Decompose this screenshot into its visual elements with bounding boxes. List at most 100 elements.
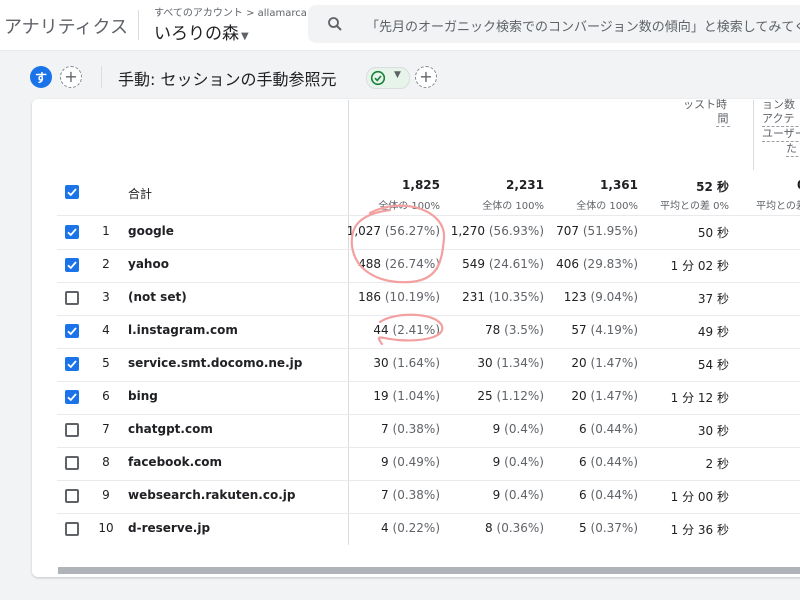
metric-cell: 488 (26.74%) — [330, 257, 440, 271]
add-report-button[interactable]: + — [415, 66, 437, 88]
metric-cell: 57 (4.19%) — [528, 323, 638, 337]
column-divider — [753, 100, 754, 170]
row-checkbox[interactable] — [65, 390, 79, 404]
row-divider — [57, 249, 800, 250]
header-line: ッスト時 — [683, 98, 727, 111]
row-source[interactable]: chatgpt.com — [128, 422, 213, 436]
row-index: 8 — [102, 455, 110, 469]
row-index: 6 — [102, 389, 110, 403]
report-status-chip[interactable]: ▼ — [366, 67, 410, 89]
metric-value: 9 — [381, 455, 389, 469]
metric-value: 8 — [485, 521, 493, 535]
row-index: 10 — [98, 521, 114, 535]
report-title: 手動: セッションの手動参照元 — [118, 70, 337, 89]
row-index: 9 — [102, 488, 110, 502]
header-line: 間 — [716, 112, 730, 127]
comparison-chip-avatar[interactable]: す — [30, 66, 52, 88]
metric-cell: 30 (1.64%) — [330, 356, 440, 370]
horizontal-scrollbar[interactable] — [58, 567, 800, 574]
row-divider — [57, 348, 800, 349]
metric-value: 1,270 — [450, 224, 486, 238]
account-breadcrumb[interactable]: すべてのアカウント > allamarca — [154, 4, 307, 19]
check-icon — [67, 261, 77, 270]
avg-engagement-time: 2 秒 — [705, 457, 729, 471]
divider — [138, 10, 139, 40]
check-icon — [67, 360, 77, 369]
metric-value: 6 — [579, 422, 587, 436]
metric-value: 9 — [492, 422, 501, 436]
metric-value: 30 — [477, 356, 493, 370]
row-divider — [57, 381, 800, 382]
metric-cell: 123 (9.04%) — [528, 290, 638, 304]
row-checkbox[interactable] — [65, 522, 79, 536]
select-all-checkbox[interactable] — [65, 185, 79, 199]
avg-engagement-time: 1 分 36 秒 — [670, 523, 729, 537]
row-index: 7 — [102, 422, 110, 436]
metric-cell: 186 (10.19%) — [330, 290, 440, 304]
row-checkbox[interactable] — [65, 423, 79, 437]
row-index: 5 — [102, 356, 110, 370]
row-checkbox[interactable] — [65, 324, 79, 338]
row-divider — [57, 513, 800, 514]
row-checkbox[interactable] — [65, 489, 79, 503]
row-checkbox[interactable] — [65, 258, 79, 272]
metric-value: 20 — [571, 389, 587, 403]
row-index: 1 — [102, 224, 110, 238]
search-input[interactable]: 「先月のオーガニック検索でのコンバージョン数の傾向」と検索してみてく — [366, 16, 800, 35]
avg-engagement-time: 49 秒 — [697, 325, 729, 339]
row-source[interactable]: yahoo — [128, 257, 169, 271]
metric-value: 25 — [477, 389, 493, 403]
metric-cell: 707 (51.95%) — [528, 224, 638, 238]
search-bar[interactable]: 「先月のオーガニック検索でのコンバージョン数の傾向」と検索してみてく — [308, 5, 800, 43]
property-selector[interactable]: いろりの森 ▼ — [154, 19, 249, 44]
row-divider — [57, 315, 800, 316]
avg-engagement-time: 1 分 12 秒 — [670, 391, 729, 405]
row-source[interactable]: l.instagram.com — [128, 323, 238, 337]
row-checkbox[interactable] — [65, 357, 79, 371]
column-header-engaged-sessions[interactable]: ョン数 アクテ ユーザー た — [762, 98, 800, 157]
metric-value: 30 — [373, 356, 389, 370]
metric-value: 7 — [381, 422, 389, 436]
metric-cell: 5 (0.37%) — [528, 521, 638, 535]
metric-value: 186 — [358, 290, 382, 304]
add-comparison-button[interactable]: + — [60, 66, 82, 88]
metric-cell: 406 (29.83%) — [528, 257, 638, 271]
row-divider — [57, 480, 800, 481]
row-source[interactable]: d-reserve.jp — [128, 521, 210, 535]
row-source[interactable]: bing — [128, 389, 158, 403]
total-sub: 全体の 100% — [482, 201, 544, 212]
metric-cell: 20 (1.47%) — [528, 356, 638, 370]
avg-engagement-time: 50 秒 — [697, 226, 729, 240]
row-divider — [57, 414, 800, 415]
metric-cell: 44 (2.41%) — [330, 323, 440, 337]
search-icon — [328, 17, 342, 31]
row-checkbox[interactable] — [65, 225, 79, 239]
row-source[interactable]: websearch.rakuten.co.jp — [128, 488, 295, 502]
row-checkbox[interactable] — [65, 291, 79, 305]
chevron-down-icon: ▼ — [241, 31, 249, 42]
metric-cell: 6 (0.44%) — [528, 488, 638, 502]
metric-value: 5 — [579, 521, 587, 535]
column-header-avg-engagement[interactable]: ッスト時 間 — [670, 98, 740, 127]
total-sub: 平均との差 0% — [660, 201, 729, 212]
metric-cell: 6 (0.44%) — [528, 455, 638, 469]
row-divider — [57, 282, 800, 283]
property-name: いろりの森 — [154, 24, 239, 44]
metric-percent: (1.64%) — [392, 356, 440, 370]
row-source[interactable]: facebook.com — [128, 455, 222, 469]
metric-value: 1,027 — [346, 224, 382, 238]
metric-value: 20 — [571, 356, 587, 370]
avg-engagement-time: 37 秒 — [697, 292, 729, 306]
total-sub: 全体の 100% — [576, 201, 638, 212]
row-source[interactable]: (not set) — [128, 290, 187, 304]
total-value: 52 秒 — [696, 180, 729, 194]
metric-percent: (2.41%) — [392, 323, 440, 337]
metric-cell: 7 (0.38%) — [330, 422, 440, 436]
metric-cell: 7 (0.38%) — [330, 488, 440, 502]
metric-value: 231 — [462, 290, 486, 304]
row-checkbox[interactable] — [65, 456, 79, 470]
row-source[interactable]: service.smt.docomo.ne.jp — [128, 356, 302, 370]
row-divider — [57, 215, 800, 216]
row-source[interactable]: google — [128, 224, 174, 238]
metric-value: 57 — [571, 323, 587, 337]
